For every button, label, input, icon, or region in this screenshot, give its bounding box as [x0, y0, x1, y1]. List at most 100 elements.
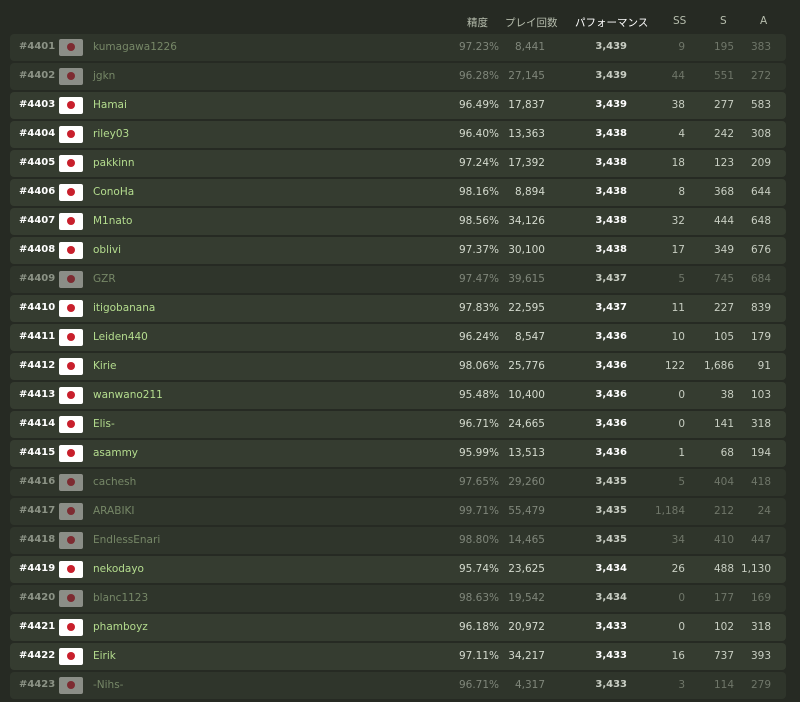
play-count-cell: 34,126	[508, 215, 545, 227]
username-link[interactable]: Eirik	[93, 650, 116, 662]
username-link[interactable]: M1nato	[93, 215, 132, 227]
username-link[interactable]: Hamai	[93, 99, 127, 111]
japan-flag-icon[interactable]	[59, 329, 83, 346]
ss-count-cell: 0	[678, 389, 685, 401]
username-link[interactable]: cachesh	[93, 476, 136, 488]
japan-flag-icon[interactable]	[59, 445, 83, 462]
username-link[interactable]: ConoHa	[93, 186, 134, 198]
username-link[interactable]: phamboyz	[93, 621, 148, 633]
table-row[interactable]: #4405 pakkinn 97.24% 17,392 3,438 18 123 209	[10, 150, 786, 177]
japan-flag-icon[interactable]	[59, 590, 83, 607]
a-count-cell: 272	[750, 70, 771, 82]
username-link[interactable]: GZR	[93, 273, 116, 285]
accuracy-cell: 96.24%	[458, 331, 499, 343]
japan-flag-icon[interactable]	[59, 387, 83, 404]
username-link[interactable]: pakkinn	[93, 157, 135, 169]
s-count-cell: 737	[713, 650, 734, 662]
ss-count-cell: 44	[671, 70, 685, 82]
japan-flag-icon[interactable]	[59, 155, 83, 172]
rank-cell: #4423	[19, 679, 56, 690]
table-row[interactable]: #4411 Leiden440 96.24% 8,547 3,436 10 105 179	[10, 324, 786, 351]
japan-flag-icon[interactable]	[59, 503, 83, 520]
rank-cell: #4404	[19, 128, 56, 139]
table-row[interactable]: #4409 GZR 97.47% 39,615 3,437 5 745 684	[10, 266, 786, 293]
username-link[interactable]: blanc1123	[93, 592, 148, 604]
header-accuracy[interactable]: 精度	[467, 15, 488, 30]
s-count-cell: 277	[713, 99, 734, 111]
s-count-cell: 404	[713, 476, 734, 488]
japan-flag-icon[interactable]	[59, 242, 83, 259]
table-row[interactable]: #4412 Kirie 98.06% 25,776 3,436 122 1,686 91	[10, 353, 786, 380]
header-performance[interactable]: パフォーマンス	[575, 15, 648, 30]
table-row[interactable]: #4417 ARABIKI 99.71% 55,479 3,435 1,184 212 24	[10, 498, 786, 525]
table-row[interactable]: #4419 nekodayo 95.74% 23,625 3,434 26 488 1,130	[10, 556, 786, 583]
japan-flag-icon[interactable]	[59, 474, 83, 491]
japan-flag-icon[interactable]	[59, 300, 83, 317]
a-count-cell: 684	[750, 273, 771, 285]
table-row[interactable]: #4410 itigobanana 97.83% 22,595 3,437 11 227 83…	[10, 295, 786, 322]
header-a[interactable]: A	[760, 15, 767, 27]
username-link[interactable]: Elis-	[93, 418, 115, 430]
table-row[interactable]: #4421 phamboyz 96.18% 20,972 3,433 0 102 318	[10, 614, 786, 641]
performance-cell: 3,439	[595, 70, 627, 81]
rank-cell: #4420	[19, 592, 56, 603]
table-row[interactable]: #4418 EndlessEnari 98.80% 14,465 3,435 34 410 4…	[10, 527, 786, 554]
japan-flag-icon[interactable]	[59, 68, 83, 85]
username-link[interactable]: riley03	[93, 128, 129, 140]
japan-flag-icon[interactable]	[59, 677, 83, 694]
a-count-cell: 209	[750, 157, 771, 169]
ss-count-cell: 38	[671, 99, 685, 111]
table-row[interactable]: #4404 riley03 96.40% 13,363 3,438 4 242 308	[10, 121, 786, 148]
header-ss[interactable]: SS	[673, 15, 686, 27]
username-link[interactable]: ARABIKI	[93, 505, 135, 517]
japan-flag-icon[interactable]	[59, 358, 83, 375]
username-link[interactable]: kumagawa1226	[93, 41, 177, 53]
username-link[interactable]: Leiden440	[93, 331, 148, 343]
ss-count-cell: 32	[671, 215, 685, 227]
japan-flag-icon[interactable]	[59, 271, 83, 288]
japan-flag-icon[interactable]	[59, 39, 83, 56]
japan-flag-icon[interactable]	[59, 416, 83, 433]
accuracy-cell: 97.37%	[458, 244, 499, 256]
japan-flag-icon[interactable]	[59, 532, 83, 549]
a-count-cell: 318	[750, 418, 771, 430]
username-link[interactable]: -Nihs-	[93, 679, 123, 691]
header-play-count[interactable]: プレイ回数	[505, 15, 558, 30]
japan-flag-icon[interactable]	[59, 184, 83, 201]
japan-flag-icon[interactable]	[59, 126, 83, 143]
japan-flag-icon[interactable]	[59, 97, 83, 114]
accuracy-cell: 97.23%	[458, 41, 499, 53]
a-count-cell: 103	[750, 389, 771, 401]
table-row[interactable]: #4406 ConoHa 98.16% 8,894 3,438 8 368 644	[10, 179, 786, 206]
table-row[interactable]: #4408 oblivi 97.37% 30,100 3,438 17 349 676	[10, 237, 786, 264]
username-link[interactable]: Kirie	[93, 360, 117, 372]
table-row[interactable]: #4401 kumagawa1226 97.23% 8,441 3,439 9 195 383	[10, 34, 786, 61]
table-row[interactable]: #4423 -Nihs- 96.71% 4,317 3,433 3 114 279	[10, 672, 786, 699]
table-row[interactable]: #4407 M1nato 98.56% 34,126 3,438 32 444 648	[10, 208, 786, 235]
rank-cell: #4410	[19, 302, 56, 313]
japan-flag-icon[interactable]	[59, 648, 83, 665]
username-link[interactable]: itigobanana	[93, 302, 155, 314]
play-count-cell: 39,615	[508, 273, 545, 285]
japan-flag-icon[interactable]	[59, 213, 83, 230]
japan-flag-icon[interactable]	[59, 561, 83, 578]
username-link[interactable]: EndlessEnari	[93, 534, 160, 546]
table-row[interactable]: #4420 blanc1123 98.63% 19,542 3,434 0 177 169	[10, 585, 786, 612]
table-row[interactable]: #4415 asammy 95.99% 13,513 3,436 1 68 194	[10, 440, 786, 467]
table-row[interactable]: #4413 wanwano211 95.48% 10,400 3,436 0 38 103	[10, 382, 786, 409]
accuracy-cell: 96.71%	[458, 418, 499, 430]
username-link[interactable]: oblivi	[93, 244, 121, 256]
table-row[interactable]: #4402 jgkn 96.28% 27,145 3,439 44 551 272	[10, 63, 786, 90]
accuracy-cell: 98.56%	[458, 215, 499, 227]
username-link[interactable]: jgkn	[93, 70, 115, 82]
username-link[interactable]: asammy	[93, 447, 138, 459]
table-row[interactable]: #4414 Elis- 96.71% 24,665 3,436 0 141 318	[10, 411, 786, 438]
table-row[interactable]: #4403 Hamai 96.49% 17,837 3,439 38 277 583	[10, 92, 786, 119]
table-row[interactable]: #4422 Eirik 97.11% 34,217 3,433 16 737 393	[10, 643, 786, 670]
japan-flag-icon[interactable]	[59, 619, 83, 636]
username-link[interactable]: nekodayo	[93, 563, 144, 575]
table-row[interactable]: #4416 cachesh 97.65% 29,260 3,435 5 404 418	[10, 469, 786, 496]
ss-count-cell: 3	[678, 679, 685, 691]
header-s[interactable]: S	[720, 15, 727, 27]
username-link[interactable]: wanwano211	[93, 389, 163, 401]
